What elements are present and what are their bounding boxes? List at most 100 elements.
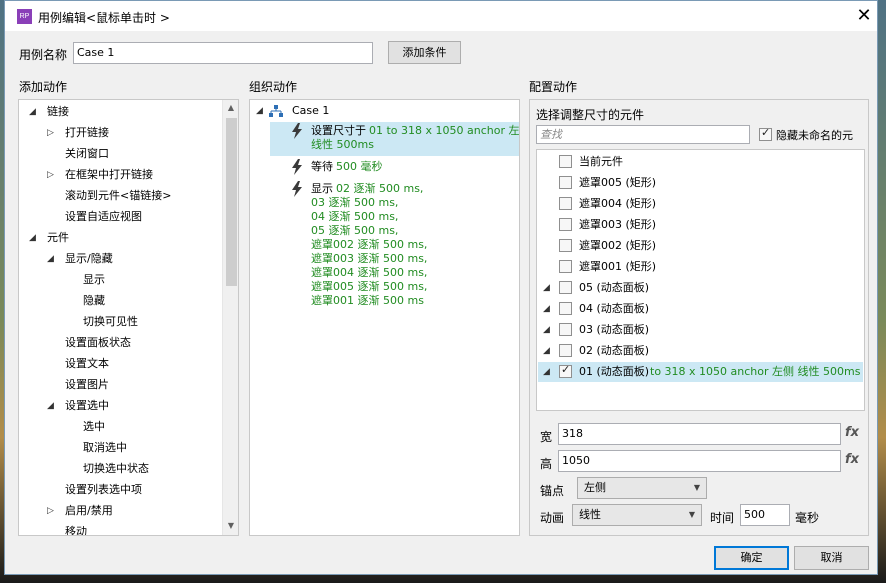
action-tree-item[interactable]: 设置列表选中项 [65, 480, 142, 500]
action-tree-item[interactable]: 选中 [83, 417, 105, 437]
case-name-label: 用例名称 [19, 48, 68, 62]
action-tree-item[interactable]: 设置文本 [65, 354, 109, 374]
action-detail-line[interactable]: 02 逐渐 500 ms, [336, 179, 423, 195]
widget-search-input[interactable]: 查找 [536, 125, 750, 144]
widget-checkbox[interactable] [559, 260, 572, 273]
scroll-down-icon[interactable]: ▼ [223, 521, 238, 530]
action-tree-item[interactable]: 启用/禁用 [65, 501, 113, 521]
widget-label[interactable]: 遮罩005 (矩形) [579, 173, 656, 193]
expand-triangle-icon[interactable]: ▷ [47, 128, 54, 138]
height-input[interactable]: 1050 [558, 450, 841, 472]
width-label: 宽 [540, 430, 553, 444]
close-icon[interactable]: ✕ [853, 5, 875, 27]
expand-triangle-icon[interactable]: ◢ [543, 367, 550, 377]
add-actions-tree: ◢ 链接 ▷ 打开链接 关闭窗口 ▷ 在框架中打开链接 滚动到元件<锚链接> 设置自适应视图 ◢ 元… [18, 99, 239, 536]
action-tree-item[interactable]: 打开链接 [65, 123, 109, 143]
widget-checkbox[interactable] [559, 239, 572, 252]
widget-checkbox[interactable] [559, 323, 572, 336]
action-detail-line[interactable]: 01 to 318 x 1050 anchor 左侧 [369, 121, 519, 137]
action-tree-item[interactable]: 切换选中状态 [83, 459, 149, 479]
widget-checkbox[interactable] [559, 197, 572, 210]
expand-triangle-icon[interactable]: ▷ [47, 170, 54, 180]
action-tree-item[interactable]: 取消选中 [83, 438, 127, 458]
case-name-input[interactable]: Case 1 [73, 42, 373, 64]
widget-checkbox[interactable] [559, 302, 572, 315]
widget-label[interactable]: 02 (动态面板) [579, 341, 649, 361]
action-tree-item[interactable]: 链接 [47, 102, 69, 122]
action-tree-item[interactable]: 隐藏 [83, 291, 105, 311]
widget-label[interactable]: 03 (动态面板) [579, 320, 649, 340]
action-prefix[interactable]: 显示 [311, 179, 333, 195]
hide-unnamed-checkbox[interactable] [759, 126, 772, 141]
action-tree-item[interactable]: 滚动到元件<锚链接> [65, 186, 171, 206]
scroll-up-icon[interactable]: ▲ [223, 103, 238, 112]
action-detail-line[interactable]: 线性 500ms [311, 135, 374, 151]
widget-label[interactable]: 遮罩003 (矩形) [579, 215, 656, 235]
action-tree-item[interactable]: 显示/隐藏 [65, 249, 113, 269]
action-tree-item[interactable]: 移动 [65, 522, 87, 535]
height-fx-button[interactable]: fx [845, 452, 859, 467]
widget-checkbox[interactable] [559, 281, 572, 294]
widget-checkbox[interactable] [559, 218, 572, 231]
widget-label[interactable]: 01 (动态面板) [579, 362, 649, 382]
expand-triangle-icon[interactable]: ◢ [543, 346, 550, 356]
anchor-select-value: 左侧 [584, 481, 606, 494]
widget-checkbox[interactable] [559, 155, 572, 168]
width-input[interactable]: 318 [558, 423, 841, 445]
widget-label[interactable]: 04 (动态面板) [579, 299, 649, 319]
action-tree-item[interactable]: 设置选中 [65, 396, 109, 416]
widget-label[interactable]: 遮罩004 (矩形) [579, 194, 656, 214]
action-detail-line[interactable]: 遮罩003 逐渐 500 ms, [311, 249, 427, 265]
action-tree-item[interactable]: 切换可见性 [83, 312, 138, 332]
collapse-triangle-icon[interactable]: ◢ [256, 106, 263, 116]
expand-triangle-icon[interactable]: ◢ [543, 325, 550, 335]
action-detail-line[interactable]: 03 逐渐 500 ms, [311, 193, 398, 209]
cancel-button[interactable]: 取消 [794, 546, 869, 570]
widget-label[interactable]: 当前元件 [579, 152, 623, 172]
action-tree-item[interactable]: 设置自适应视图 [65, 207, 142, 227]
widget-checkbox[interactable] [559, 344, 572, 357]
action-detail-line[interactable]: 遮罩005 逐渐 500 ms, [311, 277, 427, 293]
action-tree-item[interactable]: 显示 [83, 270, 105, 290]
expand-triangle-icon[interactable]: ◢ [47, 401, 54, 411]
add-condition-button[interactable]: 添加条件 [388, 41, 461, 64]
action-tree-item[interactable]: 设置面板状态 [65, 333, 131, 353]
widget-checkbox[interactable] [559, 176, 572, 189]
scroll-thumb[interactable] [226, 118, 237, 286]
lightning-icon [291, 181, 303, 197]
expand-triangle-icon[interactable]: ◢ [543, 283, 550, 293]
action-detail-line[interactable]: 04 逐渐 500 ms, [311, 207, 398, 223]
action-tree-item[interactable]: 元件 [47, 228, 69, 248]
time-input[interactable]: 500 [740, 504, 790, 526]
action-detail-line[interactable]: 遮罩001 逐渐 500 ms [311, 291, 424, 307]
add-actions-scrollbar[interactable]: ▲ ▼ [222, 100, 238, 535]
action-tree-item[interactable]: 关闭窗口 [65, 144, 109, 164]
expand-triangle-icon[interactable]: ◢ [47, 254, 54, 264]
action-detail-line[interactable]: 05 逐渐 500 ms, [311, 221, 398, 237]
organize-actions-panel: ◢ Case 1 设置尺寸于 01 to 318 x 1050 anchor 左… [249, 99, 520, 536]
action-detail-line[interactable]: 遮罩002 逐渐 500 ms, [311, 235, 427, 251]
anchor-select[interactable]: 左侧 ▼ [577, 477, 707, 499]
expand-triangle-icon[interactable]: ◢ [29, 107, 36, 117]
organize-actions-heading: 组织动作 [249, 80, 298, 94]
action-prefix[interactable]: 等待 [311, 157, 333, 173]
action-detail-line[interactable]: 500 毫秒 [336, 157, 383, 173]
action-prefix[interactable]: 设置尺寸于 [311, 121, 366, 137]
height-label: 高 [540, 457, 553, 471]
action-tree-item[interactable]: 在框架中打开链接 [65, 165, 153, 185]
action-detail-line[interactable]: 遮罩004 逐渐 500 ms, [311, 263, 427, 279]
ok-button[interactable]: 确定 [714, 546, 789, 570]
expand-triangle-icon[interactable]: ◢ [29, 233, 36, 243]
case-label[interactable]: Case 1 [292, 101, 329, 121]
action-tree-item[interactable]: 设置图片 [65, 375, 109, 395]
expand-triangle-icon[interactable]: ▷ [47, 506, 54, 516]
animate-select[interactable]: 线性 ▼ [572, 504, 702, 526]
lightning-icon [291, 123, 303, 139]
widget-checkbox[interactable] [559, 363, 572, 378]
expand-triangle-icon[interactable]: ◢ [543, 304, 550, 314]
widget-label[interactable]: 遮罩001 (矩形) [579, 257, 656, 277]
widget-label[interactable]: 05 (动态面板) [579, 278, 649, 298]
width-fx-button[interactable]: fx [845, 425, 859, 440]
axure-app-icon: RP [17, 9, 32, 24]
widget-label[interactable]: 遮罩002 (矩形) [579, 236, 656, 256]
